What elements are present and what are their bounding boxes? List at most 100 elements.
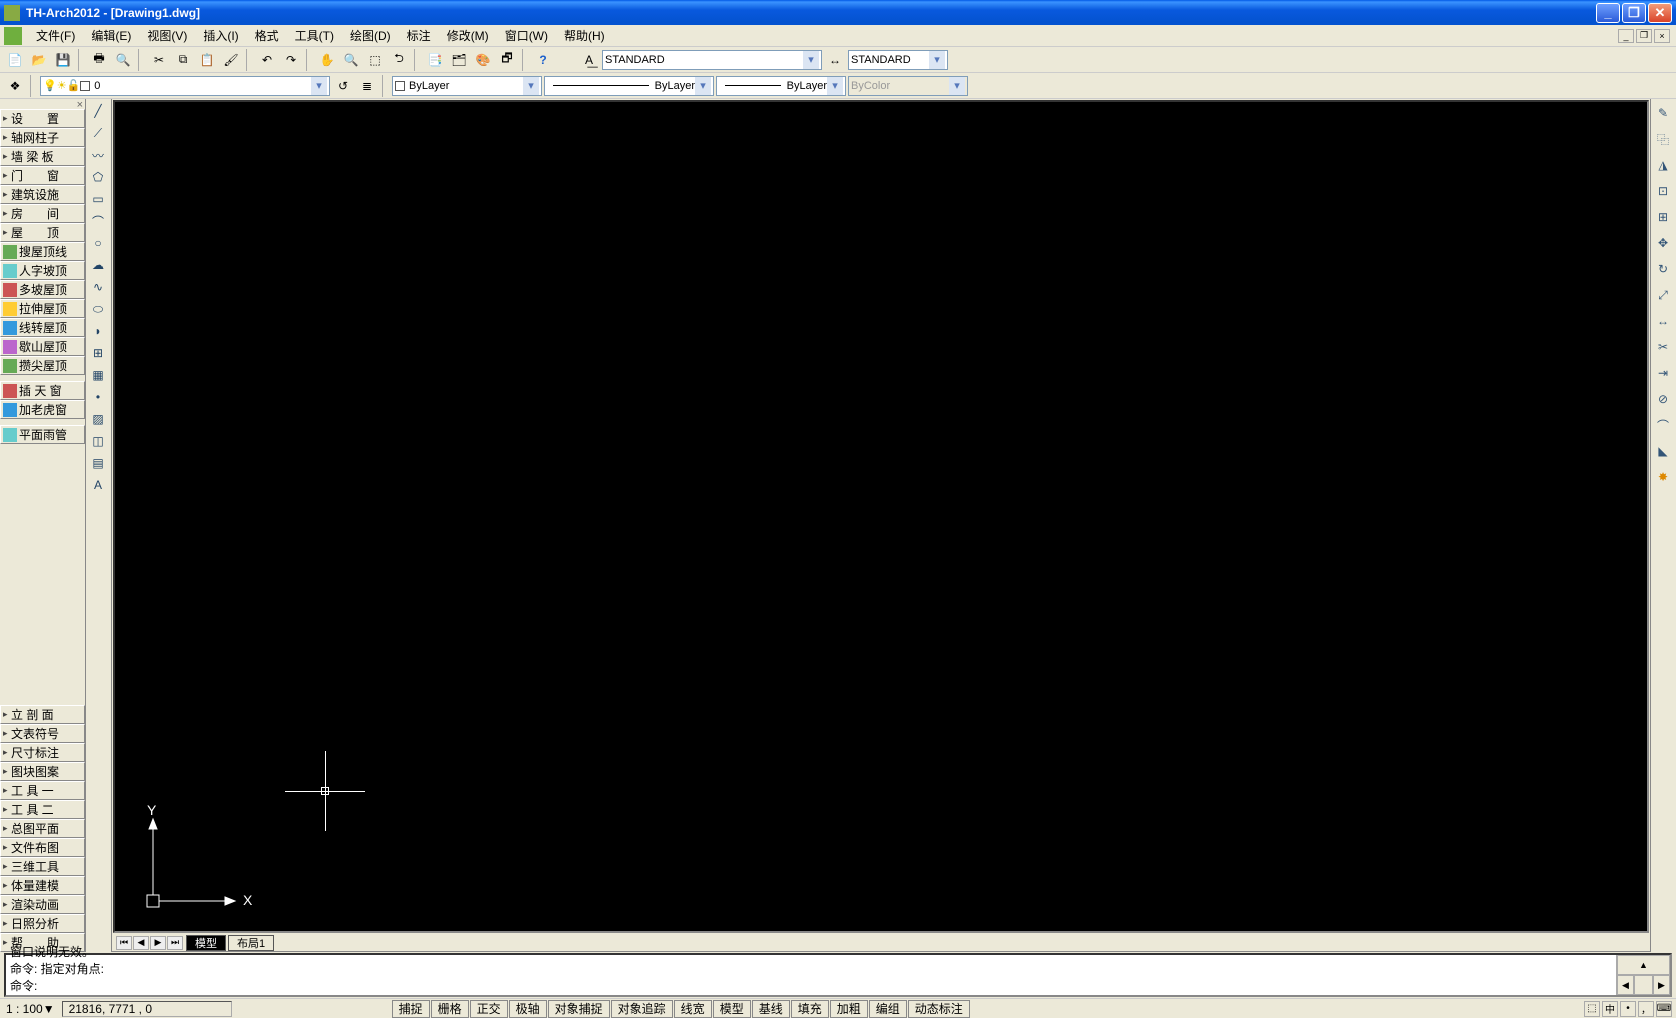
command-scrollbar[interactable]: ▲ ◀▶ [1616,955,1670,995]
lp-roof-hip[interactable]: 歇山屋顶 [0,337,85,356]
copy-obj-icon[interactable]: ⿻ [1653,129,1673,149]
sb-osnap[interactable]: 对象捕捉 [548,1000,610,1018]
xline-icon[interactable]: ⟋ [87,123,109,143]
lineweight-combo[interactable]: ByLayer ▾ [716,76,846,96]
panel-close-icon[interactable]: × [0,99,85,109]
ellipse-icon[interactable]: ⬭ [87,299,109,319]
design-center-icon[interactable]: 🗂 [448,49,470,71]
ime-kb-icon[interactable]: ⌨ [1656,1001,1672,1017]
spline-icon[interactable]: ∿ [87,277,109,297]
ime-icon[interactable]: ⬚ [1584,1001,1600,1017]
lp-axis[interactable]: ▸轴网柱子 [0,128,85,147]
trim-icon[interactable]: ✂ [1653,337,1673,357]
hatch-icon[interactable]: ▨ [87,409,109,429]
sb-fill[interactable]: 填充 [791,1000,829,1018]
match-icon[interactable]: 🖌 [220,49,242,71]
lp-roof-multi[interactable]: 多坡屋顶 [0,280,85,299]
sb-polar[interactable]: 极轴 [509,1000,547,1018]
menu-format[interactable]: 格式 [247,25,287,46]
arc-icon[interactable]: ⌒ [87,211,109,231]
lp-sunlight[interactable]: ▸日照分析 [0,914,85,933]
menu-edit[interactable]: 编辑(E) [83,25,139,46]
lp-settings[interactable]: ▸设 置 [0,109,85,128]
table-icon[interactable]: ▤ [87,453,109,473]
lp-section[interactable]: ▸立 剖 面 [0,705,85,724]
lp-3dtool[interactable]: ▸三维工具 [0,857,85,876]
ellipse-arc-icon[interactable]: ◗ [87,321,109,341]
lp-rainpipe[interactable]: 平面雨管 [0,425,85,444]
sb-snap[interactable]: 捕捉 [392,1000,430,1018]
menu-draw[interactable]: 绘图(D) [342,25,399,46]
polyline-icon[interactable]: 〰 [87,145,109,165]
lp-roof-gable[interactable]: 人字坡顶 [0,261,85,280]
fillet-icon[interactable]: ⌒ [1653,415,1673,435]
linetype-combo[interactable]: ByLayer ▾ [544,76,714,96]
sb-lweight[interactable]: 线宽 [674,1000,712,1018]
layer-combo[interactable]: 💡 ☀ 🔓 0 ▾ [40,76,330,96]
copy-icon[interactable]: ⧉ [172,49,194,71]
text-style-icon[interactable]: A͟ [578,49,600,71]
print-icon[interactable]: 🖶 [88,49,110,71]
rectangle-icon[interactable]: ▭ [87,189,109,209]
menu-help[interactable]: 帮助(H) [556,25,613,46]
tool-palette-icon[interactable]: 🎨 [472,49,494,71]
app-menu-icon[interactable] [4,27,22,45]
array-icon[interactable]: ⊞ [1653,207,1673,227]
pan-icon[interactable]: ✋ [316,49,338,71]
calc-icon[interactable]: 🗗 [496,49,518,71]
make-block-icon[interactable]: ▦ [87,365,109,385]
color-combo[interactable]: ByLayer ▾ [392,76,542,96]
menu-tools[interactable]: 工具(T) [287,25,342,46]
sb-grid[interactable]: 栅格 [431,1000,469,1018]
extend-icon[interactable]: ⇥ [1653,363,1673,383]
lp-roof-search[interactable]: 搜屋顶线 [0,242,85,261]
lp-roof-extrude[interactable]: 拉伸屋顶 [0,299,85,318]
point-icon[interactable]: • [87,387,109,407]
lp-dimension[interactable]: ▸尺寸标注 [0,743,85,762]
sb-otrack[interactable]: 对象追踪 [611,1000,673,1018]
lp-roof-line[interactable]: 线转屋顶 [0,318,85,337]
lp-block[interactable]: ▸图块图案 [0,762,85,781]
zoom-prev-icon[interactable]: ⮌ [388,49,410,71]
sb-model[interactable]: 模型 [713,1000,751,1018]
mdi-close[interactable]: × [1654,29,1670,43]
text-style-combo[interactable]: STANDARD ▾ [602,50,822,70]
region-icon[interactable]: ◫ [87,431,109,451]
ime-punct-icon[interactable]: ， [1638,1001,1654,1017]
save-icon[interactable]: 💾 [52,49,74,71]
revcloud-icon[interactable]: ☁ [87,255,109,275]
circle-icon[interactable]: ○ [87,233,109,253]
mtext-icon[interactable]: A [87,475,109,495]
lp-render[interactable]: ▸渲染动画 [0,895,85,914]
lp-symbol[interactable]: ▸文表符号 [0,724,85,743]
insert-block-icon[interactable]: ⊞ [87,343,109,363]
offset-icon[interactable]: ⊡ [1653,181,1673,201]
minimize-button[interactable]: _ [1596,3,1620,23]
new-icon[interactable]: 📄 [4,49,26,71]
menu-file[interactable]: 文件(F) [28,25,83,46]
break-icon[interactable]: ⊘ [1653,389,1673,409]
lp-siteplan[interactable]: ▸总图平面 [0,819,85,838]
layer-prev-icon[interactable]: ↺ [332,75,354,97]
maximize-button[interactable]: ❐ [1622,3,1646,23]
lp-roof[interactable]: ▸屋 顶 [0,223,85,242]
lp-roof-cone[interactable]: 攒尖屋顶 [0,356,85,375]
zoom-window-icon[interactable]: ⬚ [364,49,386,71]
scale-button[interactable]: 1 : 100▼ [0,1000,61,1018]
help-icon[interactable]: ? [532,49,554,71]
line-icon[interactable]: ╱ [87,101,109,121]
lp-room[interactable]: ▸房 间 [0,204,85,223]
open-icon[interactable]: 📂 [28,49,50,71]
redo-icon[interactable]: ↷ [280,49,302,71]
lp-tool1[interactable]: ▸工 具 一 [0,781,85,800]
move-icon[interactable]: ✥ [1653,233,1673,253]
erase-icon[interactable]: ✎ [1653,103,1673,123]
stretch-icon[interactable]: ↔ [1653,311,1673,331]
layer-states-icon[interactable]: ≣ [356,75,378,97]
menu-dimension[interactable]: 标注 [399,25,439,46]
ime-shape-icon[interactable]: • [1620,1001,1636,1017]
cut-icon[interactable]: ✂ [148,49,170,71]
mdi-minimize[interactable]: _ [1618,29,1634,43]
lp-layout[interactable]: ▸文件布图 [0,838,85,857]
mdi-restore[interactable]: ❐ [1636,29,1652,43]
